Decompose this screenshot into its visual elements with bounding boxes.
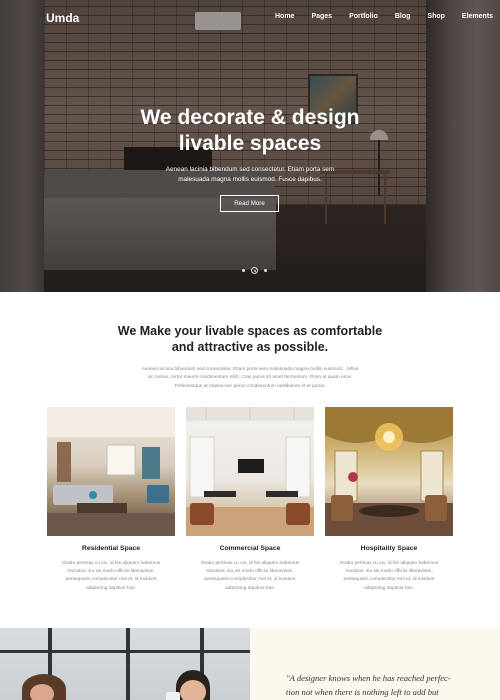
card-text: Orabo pertinax cu vix, id his aliquam ha…	[186, 560, 314, 593]
card-text-line: adipiscing dapibus has.	[225, 585, 275, 591]
person-woman-face	[30, 684, 54, 700]
coffee-cup	[166, 692, 180, 700]
card-title[interactable]: Commercial Space	[186, 545, 314, 552]
intro-paragraph: Aenean lacinia bibendum sed consectetur.…	[110, 366, 390, 391]
commercial-space-image[interactable]	[186, 407, 314, 536]
window-frame	[0, 650, 250, 653]
intro-heading: We Make your livable spaces as comfortab…	[0, 323, 500, 355]
intro-text-line: Aenean lacinia bibendum sed consectetur.…	[141, 367, 359, 372]
quote-line: "A designer knows when he has reached pe…	[286, 673, 451, 683]
hero-section: Umda Home Pages Portfolio Blog Shop Elem…	[0, 0, 500, 292]
top-navigation: Umda Home Pages Portfolio Blog Shop Elem…	[0, 0, 500, 34]
card-text-line: persequeris complectitur mel et, id invi…	[65, 577, 157, 583]
window-frame	[126, 628, 130, 700]
slider-pagination	[239, 267, 270, 274]
residential-room-illustration	[47, 407, 175, 536]
service-card-commercial: Commercial Space Orabo pertinax cu vix, …	[186, 407, 314, 593]
card-text-line: tractatos. Eu vis modo officiis liberavi…	[67, 569, 155, 575]
card-text-line: Orabo pertinax cu vix, id his aliquam ha…	[61, 561, 161, 566]
card-text-line: tractatos. Eu vis modo officiis liberavi…	[206, 569, 294, 575]
person-man-face	[180, 680, 206, 700]
hero-title-line: livable spaces	[178, 132, 322, 155]
menu-item-blog[interactable]: Blog	[395, 13, 411, 20]
card-text-line: persequeris complectitur mel et, id invi…	[204, 577, 296, 583]
card-text-line: adipiscing dapibus has.	[86, 585, 136, 591]
hero-subtitle-line: malesuada magna mollis euismod. Fusce da…	[178, 176, 322, 183]
site-logo[interactable]: Umda	[46, 11, 79, 25]
menu-item-elements[interactable]: Elements	[462, 13, 493, 20]
card-text-line: Orabo pertinax cu vix, id his aliquam ha…	[339, 561, 439, 566]
menu-item-pages[interactable]: Pages	[311, 13, 332, 20]
quote-line: tion not when there is nothing left to a…	[286, 687, 439, 697]
menu-item-home[interactable]: Home	[275, 13, 294, 20]
residential-space-image[interactable]	[47, 407, 175, 536]
card-text-line: tractatos. Eu vis modo officiis liberavi…	[345, 569, 433, 575]
card-text-line: Orabo pertinax cu vix, id his aliquam ha…	[200, 561, 300, 566]
intro-heading-line: We Make your livable spaces as comfortab…	[117, 324, 383, 338]
card-text: Orabo pertinax cu vix, id his aliquam ha…	[47, 560, 175, 593]
menu-item-portfolio[interactable]: Portfolio	[349, 13, 378, 20]
slider-dot[interactable]	[264, 269, 267, 272]
card-title[interactable]: Residential Space	[47, 545, 175, 552]
read-more-button[interactable]: Read More	[220, 195, 279, 212]
hero-title-line: We decorate & design	[140, 106, 360, 129]
commercial-room-illustration	[186, 407, 314, 536]
main-menu: Home Pages Portfolio Blog Shop Elements	[275, 13, 500, 20]
service-card-residential: Residential Space Orabo pertinax cu vix,…	[47, 407, 175, 593]
card-title[interactable]: Hospitality Space	[325, 545, 453, 552]
intro-text-line: ac cursus, tortor mauris condimentum nib…	[148, 375, 352, 381]
hero-subtitle: Aenean lacinia bibendum sed consectetur.…	[0, 165, 500, 185]
menu-item-shop[interactable]: Shop	[427, 13, 445, 20]
card-text-line: persequeris complectitur mel et, id invi…	[343, 577, 435, 583]
testimonial-quote: "A designer knows when he has reached pe…	[286, 671, 476, 699]
hospitality-space-image[interactable]	[325, 407, 453, 536]
service-card-hospitality: Hospitality Space Orabo pertinax cu vix,…	[325, 407, 453, 593]
intro-text-line: Pellentesque at massa nec purus condimen…	[174, 383, 326, 389]
card-text: Orabo pertinax cu vix, id his aliquam ha…	[325, 560, 453, 593]
slider-dot[interactable]	[242, 269, 245, 272]
hospitality-room-illustration	[325, 407, 453, 536]
hero-subtitle-line: Aenean lacinia bibendum sed consectetur.…	[165, 166, 335, 173]
testimonial-section: "A designer knows when he has reached pe…	[250, 628, 500, 700]
intro-heading-line: and attractive as possible.	[171, 340, 329, 354]
slider-dot-active[interactable]	[251, 267, 258, 274]
hero-title: We decorate & design livable spaces	[0, 105, 500, 157]
card-text-line: adipiscing dapibus has.	[364, 585, 414, 591]
team-photo	[0, 628, 250, 700]
